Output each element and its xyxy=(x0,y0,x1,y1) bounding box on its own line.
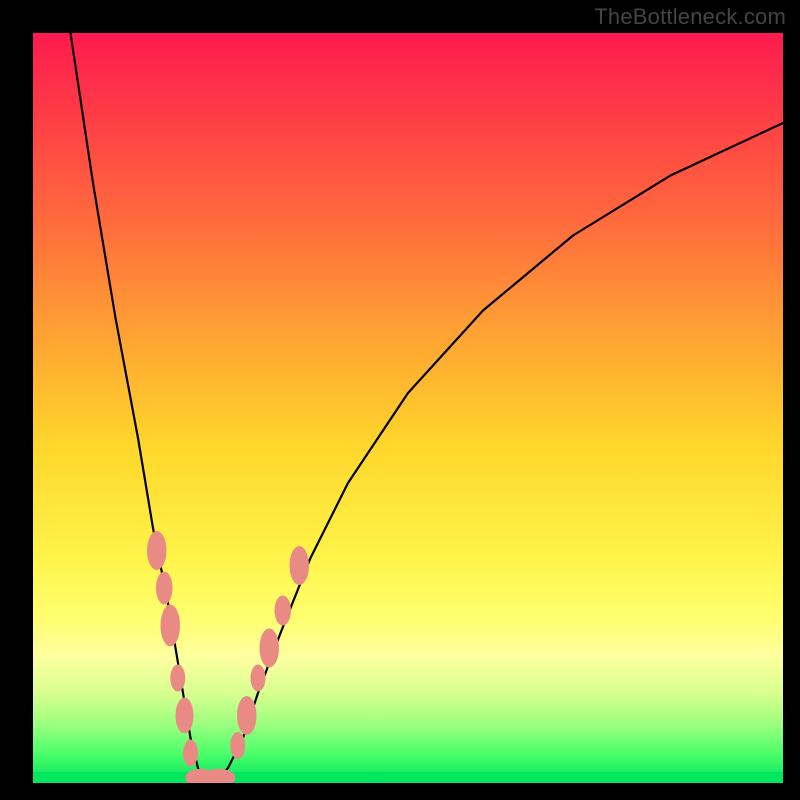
highlight-dot xyxy=(260,629,280,668)
highlight-dot xyxy=(156,572,173,605)
highlight-dot xyxy=(237,696,257,735)
highlight-dot xyxy=(170,665,185,692)
bottom-band xyxy=(33,772,783,783)
highlight-dot xyxy=(275,596,292,626)
highlight-dot xyxy=(290,546,310,585)
chart-svg xyxy=(33,33,783,783)
highlight-dot xyxy=(183,740,198,767)
highlight-dot xyxy=(176,698,194,734)
highlight-dot xyxy=(147,531,167,570)
highlight-dot xyxy=(161,605,181,647)
attribution-text: TheBottleneck.com xyxy=(594,4,786,30)
chart-frame: TheBottleneck.com xyxy=(0,0,800,800)
highlight-dot xyxy=(230,732,245,759)
plot-area xyxy=(33,33,783,783)
highlight-dot xyxy=(251,665,266,692)
